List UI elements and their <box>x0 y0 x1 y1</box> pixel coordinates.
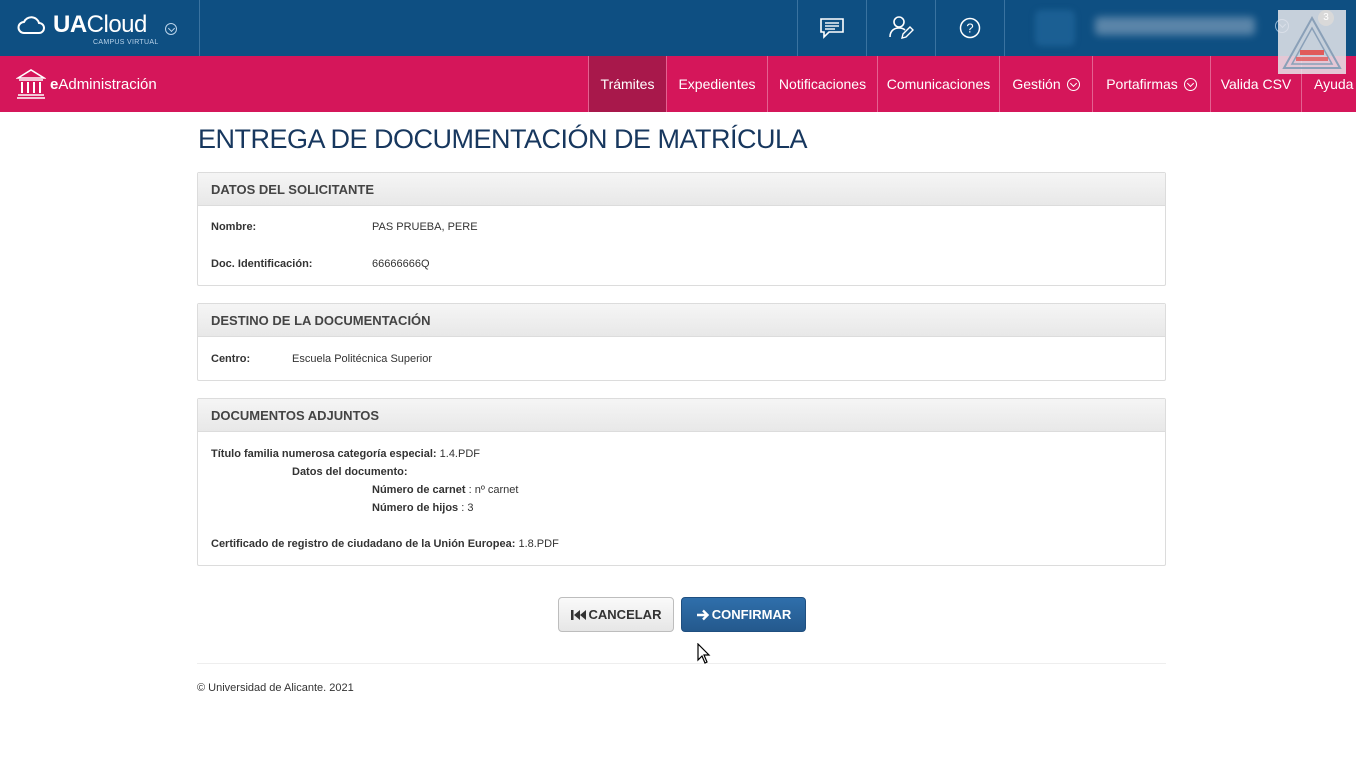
hijos-field: Número de hijos : 3 <box>372 502 473 514</box>
doc-identificacion-label: Doc. Identificación: <box>211 258 313 270</box>
centro-label: Centro: <box>211 353 251 365</box>
nav-brand-label: eAdministración <box>50 75 157 93</box>
footer-divider <box>197 663 1166 664</box>
carnet-label: Número de carnet <box>372 484 466 496</box>
messages-button[interactable] <box>797 0 866 56</box>
confirm-button[interactable]: CONFIRMAR <box>681 597 806 632</box>
nav-label: Trámites <box>600 76 655 92</box>
building-icon <box>16 69 46 99</box>
panel-header: DOCUMENTOS ADJUNTOS <box>198 399 1165 432</box>
carnet-field: Número de carnet : nº carnet <box>372 484 518 496</box>
hijos-value: : 3 <box>461 502 474 514</box>
cloud-icon <box>17 16 45 34</box>
document-item: Certificado de registro de ciudadano de … <box>211 538 559 550</box>
nav-label: Gestión <box>1012 76 1061 92</box>
user-edit-button[interactable] <box>866 0 935 56</box>
doc-identificacion-value: 66666666Q <box>372 258 430 270</box>
centro-value: Escuela Politécnica Superior <box>292 353 433 365</box>
nombre-label: Nombre: <box>211 221 257 233</box>
app-name: UACloud <box>53 11 147 38</box>
nav-label: Portafirmas <box>1106 76 1178 92</box>
nav-portafirmas[interactable]: Portafirmas <box>1092 56 1210 112</box>
document-item: Título familia numerosa categoría especi… <box>211 448 480 460</box>
hijos-label: Número de hijos <box>372 502 459 514</box>
chevron-down-icon <box>1183 77 1197 91</box>
notification-badge[interactable]: 3 <box>1318 10 1334 26</box>
footer-copyright: © Universidad de Alicante. 2021 <box>197 682 354 694</box>
app-subtitle: CAMPUS VIRTUAL <box>93 39 159 46</box>
skip-back-icon <box>570 609 586 620</box>
nav-label: Comunicaciones <box>886 76 991 92</box>
nombre-value: PAS PRUEBA, PERE <box>372 221 478 233</box>
arrow-right-icon <box>696 609 709 620</box>
document-data-label: Datos del documento: <box>292 466 408 478</box>
carnet-value: : nº carnet <box>468 484 519 496</box>
chevron-down-icon[interactable] <box>165 23 177 35</box>
page-title: ENTREGA DE DOCUMENTACIÓN DE MATRÍCULA <box>198 124 808 154</box>
nav-label: Expedientes <box>678 76 756 92</box>
nav-label: Notificaciones <box>778 76 867 92</box>
main-nav: eAdministración Trámites Expedientes Not… <box>0 56 1356 112</box>
eadministracion-brand[interactable]: eAdministración <box>16 68 157 100</box>
document-file-link[interactable]: 1.4.PDF <box>440 448 480 460</box>
nav-label: Ayuda <box>1314 76 1354 92</box>
confirm-label: CONFIRMAR <box>711 607 792 622</box>
solicitante-panel: DATOS DEL SOLICITANTE Nombre: PAS PRUEBA… <box>197 172 1166 286</box>
nav-label: Valida CSV <box>1220 76 1292 92</box>
nav-tramites[interactable]: Trámites <box>588 56 666 112</box>
chevron-down-icon <box>1066 77 1080 91</box>
document-title: Título familia numerosa categoría especi… <box>211 448 437 460</box>
svg-text:?: ? <box>966 21 973 36</box>
cancel-label: CANCELAR <box>588 607 662 622</box>
destino-panel: DESTINO DE LA DOCUMENTACIÓN Centro: Escu… <box>197 303 1166 381</box>
top-bar: UACloud CAMPUS VIRTUAL ? <box>0 0 1356 56</box>
nav-notificaciones[interactable]: Notificaciones <box>767 56 877 112</box>
user-edit-icon <box>889 16 914 39</box>
nav-expedientes[interactable]: Expedientes <box>666 56 767 112</box>
uacloud-brand[interactable]: UACloud CAMPUS VIRTUAL <box>0 0 200 56</box>
question-icon: ? <box>959 17 981 39</box>
cancel-button[interactable]: CANCELAR <box>558 597 674 632</box>
mouse-cursor-icon <box>697 643 711 664</box>
chat-icon <box>820 18 844 39</box>
ua-logo-overlay <box>1278 10 1346 74</box>
avatar <box>1035 10 1075 46</box>
triangle-logo-icon <box>1282 15 1342 69</box>
panel-header: DESTINO DE LA DOCUMENTACIÓN <box>198 304 1165 337</box>
adjuntos-panel: DOCUMENTOS ADJUNTOS Título familia numer… <box>197 398 1166 566</box>
document-file-link[interactable]: 1.8.PDF <box>518 538 558 550</box>
help-button[interactable]: ? <box>935 0 1004 56</box>
document-title: Certificado de registro de ciudadano de … <box>211 538 516 550</box>
user-name-blurred <box>1095 17 1255 35</box>
panel-header: DATOS DEL SOLICITANTE <box>198 173 1165 206</box>
nav-gestion[interactable]: Gestión <box>999 56 1092 112</box>
nav-comunicaciones[interactable]: Comunicaciones <box>877 56 999 112</box>
